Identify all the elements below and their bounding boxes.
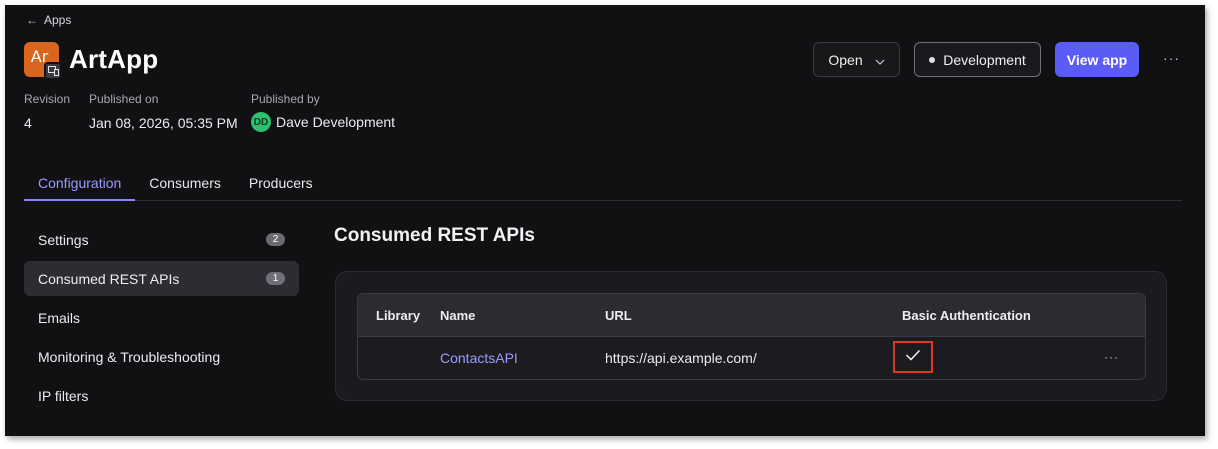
- environment-button[interactable]: Development: [914, 42, 1041, 77]
- published-on-label: Published on: [89, 92, 159, 106]
- apis-panel: Library Name URL Basic Authentication Co…: [335, 271, 1167, 401]
- column-header-library: Library: [376, 308, 421, 323]
- count-badge: 1: [266, 272, 285, 285]
- device-badge-icon: [44, 62, 62, 80]
- app-icon: Ar: [24, 42, 62, 80]
- api-name-link[interactable]: ContactsAPI: [440, 350, 518, 366]
- column-header-name: Name: [440, 308, 476, 323]
- view-app-label: View app: [1066, 51, 1128, 68]
- revision-label: Revision: [24, 92, 71, 106]
- page-title: ArtApp: [69, 44, 159, 74]
- published-by-label: Published by: [251, 92, 320, 106]
- sidebar-item-monitoring[interactable]: Monitoring & Troubleshooting: [24, 339, 299, 374]
- back-link-label: Apps: [44, 13, 72, 27]
- apis-table: Library Name URL Basic Authentication Co…: [357, 293, 1146, 380]
- open-button-label: Open: [828, 51, 863, 68]
- sidebar-item-label: Settings: [38, 231, 89, 248]
- environment-label: Development: [943, 51, 1026, 68]
- status-dot-icon: [929, 56, 936, 63]
- table-row: ContactsAPI https://api.example.com/ ···: [358, 337, 1145, 379]
- back-to-apps-link[interactable]: ← Apps: [26, 13, 71, 27]
- basic-auth-highlight: [893, 341, 933, 373]
- open-dropdown-button[interactable]: Open: [813, 42, 900, 77]
- published-by: DD Dave Development: [251, 112, 395, 132]
- sidebar-item-label: Consumed REST APIs: [38, 270, 180, 287]
- checkmark-icon: [905, 348, 921, 366]
- sidebar-item-consumed-rest-apis[interactable]: Consumed REST APIs 1: [24, 261, 299, 296]
- view-app-button[interactable]: View app: [1055, 42, 1139, 77]
- arrow-left-icon: ←: [26, 13, 38, 27]
- row-more-options-icon[interactable]: ···: [1104, 350, 1119, 364]
- chevron-down-icon: [875, 52, 885, 68]
- table-header: Library Name URL Basic Authentication: [358, 294, 1145, 337]
- column-header-basic-auth: Basic Authentication: [902, 308, 1031, 323]
- published-by-name: Dave Development: [276, 114, 396, 130]
- sidebar-item-label: Emails: [38, 309, 81, 326]
- tab-producers[interactable]: Producers: [235, 165, 327, 201]
- sidebar-item-emails[interactable]: Emails: [24, 300, 299, 335]
- revision-value: 4: [24, 115, 32, 131]
- cell-url: https://api.example.com/: [605, 350, 757, 366]
- sidebar-item-ip-filters[interactable]: IP filters: [24, 378, 299, 413]
- tab-consumers[interactable]: Consumers: [135, 165, 235, 201]
- sidebar-item-settings[interactable]: Settings 2: [24, 222, 299, 257]
- more-options-icon[interactable]: ···: [1163, 50, 1180, 66]
- section-title: Consumed REST APIs: [334, 225, 535, 246]
- tab-bar: Configuration Consumers Producers: [24, 165, 1182, 201]
- column-header-url: URL: [605, 308, 632, 323]
- tab-configuration[interactable]: Configuration: [24, 165, 136, 201]
- count-badge: 2: [266, 233, 285, 246]
- avatar: DD: [251, 112, 271, 132]
- app-window: ← Apps Ar ArtApp Revision 4 Published on…: [5, 5, 1205, 436]
- published-on-value: Jan 08, 2026, 05:35 PM: [89, 115, 238, 131]
- sidebar-item-label: IP filters: [38, 387, 89, 404]
- sidebar-item-label: Monitoring & Troubleshooting: [38, 348, 221, 365]
- app-header: Ar ArtApp: [24, 42, 159, 80]
